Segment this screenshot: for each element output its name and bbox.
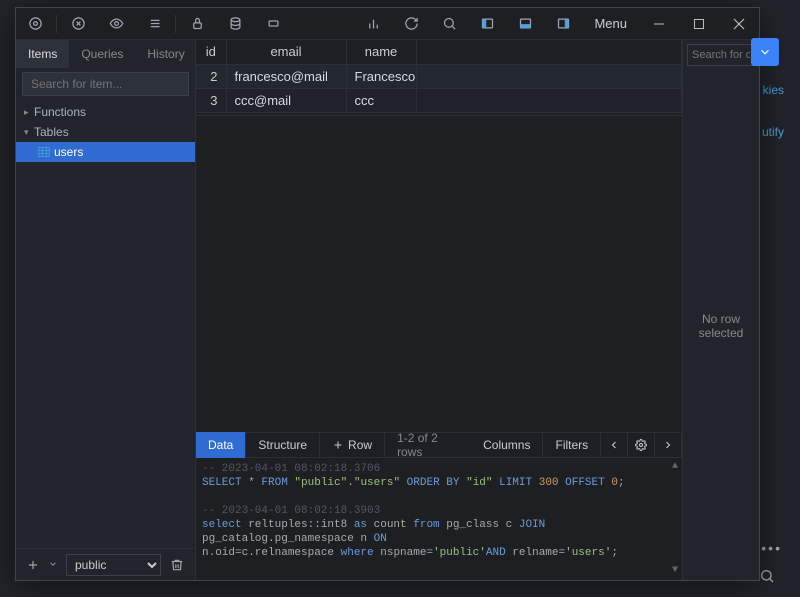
row-count-info: 1-2 of 2 rows [385,431,471,459]
cell-empty [416,88,682,112]
col-header-empty [416,40,682,64]
tree-table-users[interactable]: users [16,142,195,162]
scroll-down-icon[interactable]: ▼ [672,564,678,578]
col-header-email[interactable]: email [226,40,346,64]
add-button[interactable] [22,555,44,575]
add-row-label: Row [348,438,372,452]
content: id email name 2 francesco@mail Francesco [196,40,682,580]
cell-email[interactable]: francesco@mail [226,64,346,88]
table-icon [38,146,50,158]
cell-id[interactable]: 2 [196,64,226,88]
cell-name[interactable]: Francesco [346,64,416,88]
delete-button[interactable] [165,558,189,572]
columns-button[interactable]: Columns [471,432,543,458]
bottom-toolbar: Data Structure Row 1-2 of 2 rows Columns… [196,432,682,458]
column-search-input[interactable] [687,44,755,66]
bg-link[interactable]: utify [762,125,784,139]
layout-right-icon[interactable] [544,8,582,40]
filters-button[interactable]: Filters [543,432,601,458]
close-tab-icon[interactable] [59,8,97,40]
data-grid: id email name 2 francesco@mail Francesco [196,40,682,116]
lock-icon[interactable] [178,8,216,40]
close-button[interactable] [719,8,759,40]
expand-panel-button[interactable] [751,38,779,66]
list-icon[interactable] [135,8,173,40]
sql-icon[interactable] [254,8,292,40]
sql-log: ▲ ▼ -- 2023-04-01 08:02:18.3706 SELECT *… [196,458,682,580]
app-window: Menu Items Queries History ▸Functions [15,7,760,581]
more-icon[interactable]: ••• [761,540,782,556]
tree-label: users [54,145,83,159]
sidebar-tab-items[interactable]: Items [16,40,69,68]
chart-icon[interactable] [354,8,392,40]
no-row-selected: No row selected [683,72,759,580]
cell-id[interactable]: 3 [196,88,226,112]
table-row[interactable]: 3 ccc@mail ccc [196,88,682,112]
menu-button[interactable]: Menu [582,16,639,31]
tree-functions[interactable]: ▸Functions [16,102,195,122]
table-row[interactable]: 2 francesco@mail Francesco [196,64,682,88]
search-icon[interactable] [759,568,775,587]
tree-tables[interactable]: ▾Tables [16,122,195,142]
search-icon[interactable] [430,8,468,40]
minimize-button[interactable] [639,8,679,40]
database-icon[interactable] [216,8,254,40]
col-header-name[interactable]: name [346,40,416,64]
eye-icon[interactable] [97,8,135,40]
tab-structure[interactable]: Structure [246,432,320,458]
cell-empty [416,64,682,88]
grid-empty-area [196,116,682,432]
right-panel: No row selected [682,40,759,580]
cell-name[interactable]: ccc [346,88,416,112]
tree-label: Tables [34,125,69,139]
bg-link[interactable]: kies [763,83,784,97]
refresh-icon[interactable] [392,8,430,40]
cell-email[interactable]: ccc@mail [226,88,346,112]
sidebar-tab-queries[interactable]: Queries [69,40,135,68]
sidebar-tab-history[interactable]: History [135,40,196,68]
sidebar: Items Queries History ▸Functions ▾Tables [16,40,196,580]
add-dropdown[interactable] [48,557,62,572]
sidebar-tree: ▸Functions ▾Tables users [16,100,195,548]
maximize-button[interactable] [679,8,719,40]
next-page-button[interactable] [655,432,682,458]
scroll-up-icon[interactable]: ▲ [672,460,678,474]
sql-ts: -- 2023-04-01 08:02:18.3903 [202,505,380,517]
tab-data[interactable]: Data [196,432,246,458]
settings-button[interactable] [628,432,655,458]
schema-select[interactable]: public [66,554,161,576]
titlebar: Menu [16,8,759,40]
col-header-id[interactable]: id [196,40,226,64]
add-row-button[interactable]: Row [320,432,385,458]
sidebar-search-input[interactable] [22,72,189,96]
app-icon[interactable] [16,8,54,40]
tree-label: Functions [34,105,86,119]
layout-left-icon[interactable] [468,8,506,40]
prev-page-button[interactable] [601,432,628,458]
sql-ts: -- 2023-04-01 08:02:18.3706 [202,463,380,475]
layout-bottom-icon[interactable] [506,8,544,40]
